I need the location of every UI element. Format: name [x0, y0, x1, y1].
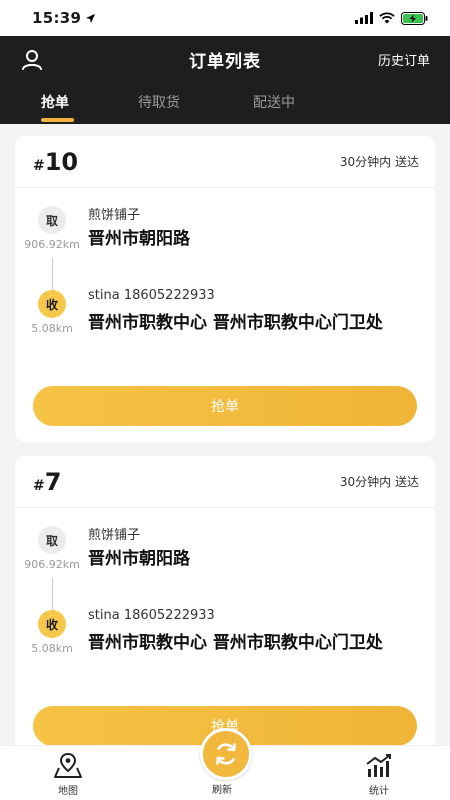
order-number-value: 10: [44, 147, 79, 176]
map-location-icon: [54, 752, 82, 778]
stats-chart-icon: [366, 754, 391, 777]
pickup-address: 晋州市朝阳路: [88, 549, 190, 569]
tab-pending-pickup[interactable]: 待取货: [138, 92, 180, 112]
battery-charging-icon: [401, 11, 428, 25]
order-number: #7: [33, 468, 61, 496]
nav-map-label: 地图: [58, 786, 78, 797]
pickup-shop-name: 煎饼铺子: [88, 208, 141, 223]
active-tab-indicator: [41, 118, 74, 122]
grab-order-button[interactable]: 抢单: [33, 386, 417, 426]
pickup-distance: 906.92km: [24, 558, 80, 571]
location-arrow-icon: [86, 13, 96, 23]
delivery-time: 30分钟内 送达: [339, 475, 419, 489]
refresh-button[interactable]: [200, 728, 252, 780]
order-card: #7 30分钟内 送达 取 906.92km 煎饼铺子 晋州市朝阳路 收 5.0…: [15, 456, 435, 756]
dropoff-address: 晋州市职教中心 晋州市职教中心门卫处: [88, 313, 383, 333]
route-line: [52, 578, 53, 612]
tab-delivering[interactable]: 配送中: [253, 92, 295, 112]
nav-map[interactable]: 地图: [52, 752, 84, 797]
page-title: 订单列表: [189, 51, 261, 72]
nav-stats[interactable]: 统计: [363, 752, 395, 797]
pickup-address: 晋州市朝阳路: [88, 229, 190, 249]
delivery-time: 30分钟内 送达: [339, 155, 419, 169]
order-card: #10 30分钟内 送达 取 906.92km 煎饼铺子 晋州市朝阳路 收 5.…: [15, 136, 435, 442]
order-hash: #: [33, 477, 45, 494]
wifi-icon: [379, 12, 395, 24]
tab-grab-orders[interactable]: 抢单: [41, 92, 69, 112]
receiver-contact: stina 18605222933: [88, 608, 215, 623]
order-card-header: #10 30分钟内 送达: [15, 136, 435, 188]
order-number-value: 7: [44, 467, 62, 496]
status-icons: [355, 11, 428, 25]
dropoff-distance: 5.08km: [31, 322, 73, 335]
pickup-badge: 取: [38, 206, 66, 234]
dropoff-address: 晋州市职教中心 晋州市职教中心门卫处: [88, 633, 383, 653]
app-header: 订单列表 历史订单 抢单 待取货 配送中: [0, 36, 450, 124]
pickup-badge: 取: [38, 526, 66, 554]
dropoff-distance: 5.08km: [31, 642, 73, 655]
pickup-distance: 906.92km: [24, 238, 80, 251]
dropoff-badge: 收: [38, 610, 66, 638]
order-tabs: 抢单 待取货 配送中: [0, 82, 450, 124]
status-time-group: 15:39: [32, 9, 96, 27]
user-profile-icon[interactable]: [18, 46, 46, 74]
order-card-header: #7 30分钟内 送达: [15, 456, 435, 508]
order-number: #10: [33, 148, 78, 176]
route-line: [52, 258, 53, 292]
history-orders-link[interactable]: 历史订单: [378, 50, 430, 69]
signal-icon: [355, 12, 373, 24]
nav-refresh-label: 刷新: [212, 785, 232, 796]
status-bar: 15:39: [0, 0, 450, 36]
receiver-contact: stina 18605222933: [88, 288, 215, 303]
refresh-icon: [216, 743, 236, 765]
order-hash: #: [33, 157, 45, 174]
dropoff-badge: 收: [38, 290, 66, 318]
pickup-shop-name: 煎饼铺子: [88, 528, 141, 543]
status-time: 15:39: [32, 9, 82, 27]
header-top-bar: 订单列表 历史订单: [0, 36, 450, 82]
nav-stats-label: 统计: [369, 786, 389, 797]
